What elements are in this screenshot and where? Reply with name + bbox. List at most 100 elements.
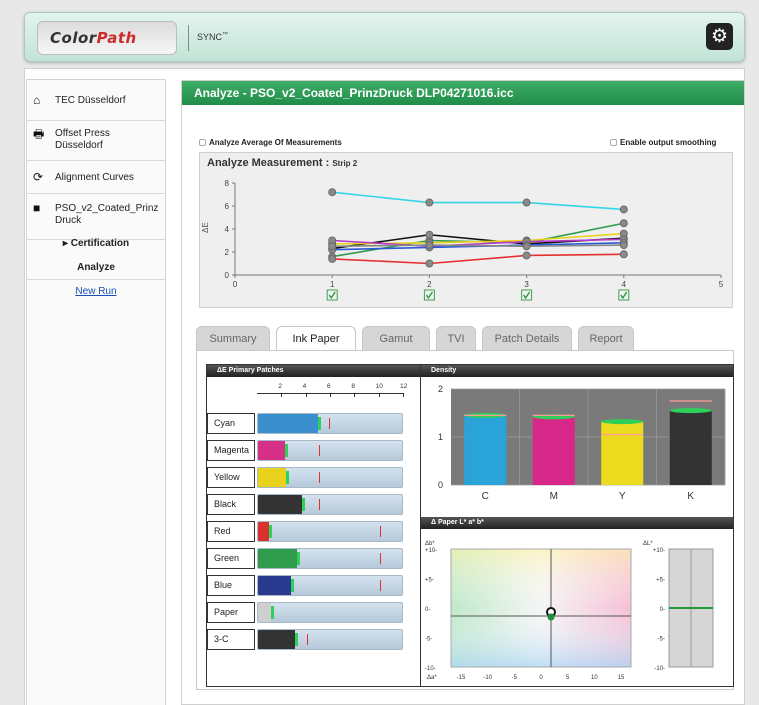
data-point [522,242,531,251]
x-tick-label: 4 [622,280,627,289]
new-run-link[interactable]: New Run [27,286,165,297]
delta-e-bar [257,548,403,569]
data-point [619,205,628,214]
measurement-title: Analyze Measurement : Strip 2 [207,157,358,169]
data-point [328,254,337,263]
y-axis-label: ΔE [201,222,210,233]
delta-e-row-label: Green [207,548,255,569]
delta-e-table: Cyan Magenta Yellow Black Red Green Blue Paper 3… [207,413,420,683]
ab-y-tick: +10- [425,548,437,554]
delta-e-bar [257,602,403,623]
delta-e-tick-label: 6 [327,383,331,390]
tolerance-marker [379,553,381,564]
delta-e-row-label: Yellow [207,467,255,488]
ab-x-tick: -15 [457,675,466,681]
ab-x-tick: 15 [618,675,625,681]
data-point [522,198,531,207]
ab-x-tick: -10 [483,675,492,681]
panel-title: Analyze - PSO_v2_Coated_PrinzDruck DLP04… [182,81,744,105]
tolerance-marker [306,634,308,645]
paper-ab-plot: Δb*+10-+5-0--5--10-Δa* -15 -10 -5 0 5 10 15ΔL*+… [425,541,714,681]
sidebar-item-device[interactable]: 🖶 Offset Press Düsseldorf [27,121,165,161]
y-tick-label: 8 [225,179,230,188]
strip-checkbox [326,289,338,301]
delta-e-fill [258,441,285,460]
series-line [332,244,624,248]
measured-marker [317,417,321,430]
tab-patch-details[interactable]: Patch Details [482,326,572,350]
ab-y-tick: -10- [425,666,436,672]
delta-e-bar [257,629,403,650]
measured-marker [294,633,298,646]
category-label: M [550,491,558,502]
measured-marker [296,552,300,565]
ab-x-tick: 10 [591,675,598,681]
delta-e-fill [258,414,318,433]
delta-e-fill [258,576,291,595]
sidebar-analyze[interactable]: Analyze [27,262,165,273]
delta-e-fill [258,495,302,514]
tab-gamut[interactable]: Gamut [362,326,430,350]
delta-e-row-label: Black [207,494,255,515]
data-point [619,241,628,250]
ab-xlabel: Δa* [427,675,437,681]
x-tick-label: 0 [233,280,238,289]
density-value-marker [601,419,644,425]
tab-report[interactable]: Report [578,326,634,350]
x-tick-label: 2 [427,280,432,289]
tab-tvi[interactable]: TVI [436,326,476,350]
delta-e-tick [378,393,380,397]
delta-e-bar [257,494,403,515]
density-chart: 0 1 2 C M Y K [438,384,726,502]
density-bar [532,416,575,485]
category-label: Y [619,491,626,502]
tab-summary[interactable]: Summary [196,326,270,350]
strip-checkbox [618,289,630,301]
sidebar-item-site[interactable]: ⌂ TEC Düsseldorf [27,80,165,121]
delta-e-row-label: 3-C [207,629,255,650]
delta-e-row-label: Cyan [207,413,255,434]
delta-e-tick [403,393,404,397]
home-icon: ⌂ [33,93,41,107]
checkbox-box [618,289,630,301]
sidebar-certification[interactable]: ▸ Certification [27,238,165,249]
data-point [522,251,531,260]
settings-button[interactable]: ⚙ [706,23,733,50]
measured-marker [271,606,275,619]
delta-e-row-label: Paper [207,602,255,623]
sidebar-item-curves[interactable]: ⟳ Alignment Curves [27,161,165,194]
delta-e-fill [258,468,286,487]
data-point [619,250,628,259]
ink-paper-panel: ΔE Primary Patches 2 4 6 8 10 12 Cyan Magenta Y… [206,364,734,687]
density-value-marker [669,408,712,414]
smoothing-option[interactable]: Enable output smoothing [610,138,716,147]
data-point [619,219,628,228]
tab-ink-paper[interactable]: Ink Paper [276,326,356,352]
average-option[interactable]: Analyze Average Of Measurements [199,138,342,147]
top-bar: ColorPath SYNC™ ⚙ [24,12,745,62]
l-plot-label: ΔL* [643,541,653,547]
checkbox[interactable] [199,139,206,147]
sidebar: ⌂ TEC Düsseldorf 🖶 Offset Press Düsseldo… [26,79,166,705]
delta-e-tick-label: 8 [351,383,355,390]
delta-e-bar [257,440,403,461]
l-plot-tick: +5- [656,578,665,584]
measured-marker [268,525,272,538]
y-tick-label: 1 [438,432,443,442]
data-point [425,241,434,250]
series-line [332,253,624,265]
delta-e-scale: 2 4 6 8 10 12 [207,379,420,413]
gear-icon: ⚙ [710,26,729,47]
delta-e-bar [257,413,403,434]
tolerance-marker [318,445,320,456]
ab-x-tick: 5 [566,675,570,681]
sidebar-item-profile[interactable]: ■ PSO_v2_Coated_PrinzDruck [27,194,165,240]
checkbox[interactable] [610,139,617,147]
checkbox-box [326,289,338,301]
density-bar [464,415,507,485]
checkbox-box [423,289,435,301]
l-plot-tick: +10- [653,548,665,554]
measured-marker [284,444,288,457]
l-plot-tick: -5- [658,637,665,643]
delta-e-row-label: Blue [207,575,255,596]
